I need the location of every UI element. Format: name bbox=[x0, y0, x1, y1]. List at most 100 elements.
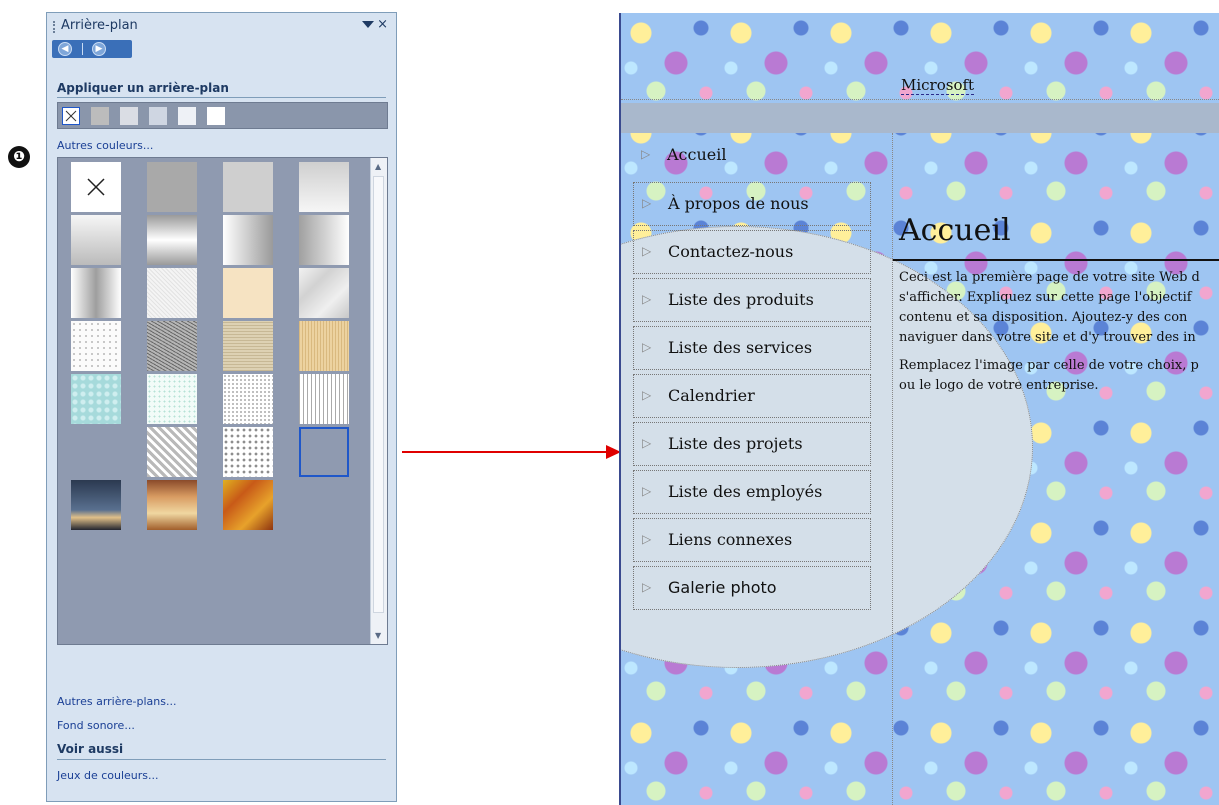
page-body-text: Ceci est la première page de votre site … bbox=[899, 268, 1219, 404]
texture-linen[interactable] bbox=[223, 321, 273, 371]
texture-gray-band-horizontal[interactable] bbox=[147, 215, 197, 265]
heading-rule bbox=[893, 259, 1219, 261]
nav-separator bbox=[82, 43, 83, 55]
nav-item[interactable]: ▷ Accueil bbox=[633, 134, 871, 178]
texture-stripes[interactable] bbox=[299, 374, 349, 424]
scroll-down-icon[interactable]: ▼ bbox=[375, 631, 381, 640]
color-swatch[interactable] bbox=[149, 107, 167, 125]
texture-granite[interactable] bbox=[147, 321, 197, 371]
back-arrow-icon[interactable]: ◀ bbox=[58, 42, 72, 56]
header-divider bbox=[621, 99, 1219, 100]
see-also-heading: Voir aussi bbox=[57, 742, 124, 756]
texture-gray-gradient-right[interactable] bbox=[299, 215, 349, 265]
background-task-pane: Arrière-plan × ◀ ▶ Appliquer un arrière-… bbox=[46, 12, 397, 802]
texture-mint-speckle[interactable] bbox=[147, 374, 197, 424]
nav-arrow-icon: ▷ bbox=[642, 196, 652, 210]
nav-item-label: Accueil bbox=[667, 145, 727, 164]
close-button[interactable]: × bbox=[377, 17, 388, 32]
task-pane-title: Arrière-plan bbox=[61, 18, 138, 33]
section-divider bbox=[57, 759, 386, 760]
nav-arrow-icon: ▷ bbox=[642, 340, 652, 354]
texture-leaves-photo[interactable] bbox=[223, 480, 273, 530]
nav-arrow-icon: ▷ bbox=[642, 532, 652, 546]
grip-icon[interactable] bbox=[53, 21, 57, 33]
nav-item[interactable]: ▷ À propos de nous bbox=[633, 182, 871, 226]
color-swatch[interactable] bbox=[91, 107, 109, 125]
no-fill-icon bbox=[87, 178, 105, 196]
texture-diamond[interactable] bbox=[147, 427, 197, 477]
nav-arrow-icon: ▷ bbox=[642, 388, 652, 402]
texture-marble[interactable] bbox=[299, 268, 349, 318]
section-divider bbox=[57, 97, 386, 98]
nav-arrow-icon: ▷ bbox=[642, 292, 652, 306]
texture-floral-blue[interactable] bbox=[299, 427, 349, 477]
body-paragraph-1: Ceci est la première page de votre site … bbox=[899, 270, 1200, 345]
swatch-none[interactable] bbox=[62, 107, 80, 125]
texture-none[interactable] bbox=[71, 162, 121, 212]
nav-arrow-icon: ▷ bbox=[642, 244, 652, 258]
forward-arrow-icon[interactable]: ▶ bbox=[92, 42, 106, 56]
nav-arrow-icon: ▷ bbox=[642, 580, 652, 594]
nav-item-label: Liste des services bbox=[668, 338, 813, 357]
color-schemes-link[interactable]: Jeux de couleurs... bbox=[57, 769, 159, 782]
nav-item-label: Calendrier bbox=[668, 386, 755, 405]
nav-item[interactable]: ▷ Liste des projets bbox=[633, 422, 871, 466]
chevron-down-icon[interactable] bbox=[362, 21, 374, 28]
nav-arrow-icon: ▷ bbox=[641, 147, 651, 161]
texture-maze[interactable] bbox=[299, 480, 349, 530]
nav-item-label: À propos de nous bbox=[668, 194, 809, 213]
brand-name: Microsoft bbox=[901, 76, 975, 95]
texture-gallery: ▲ ▼ bbox=[57, 157, 388, 645]
nav-item[interactable]: ▷ Liste des employés bbox=[633, 470, 871, 514]
texture-sky-photo[interactable] bbox=[71, 480, 121, 530]
callout-1: ❶ bbox=[8, 146, 30, 168]
color-swatch-row bbox=[57, 102, 388, 129]
page-heading: Accueil bbox=[899, 213, 1011, 248]
texture-paper[interactable] bbox=[147, 268, 197, 318]
texture-parchment[interactable] bbox=[223, 268, 273, 318]
more-colors-link[interactable]: Autres couleurs... bbox=[57, 139, 153, 152]
nav-item-label: Liste des employés bbox=[668, 482, 823, 501]
gallery-scrollbar[interactable]: ▲ ▼ bbox=[370, 158, 387, 644]
nav-item-label: Liens connexes bbox=[668, 530, 793, 549]
color-swatch[interactable] bbox=[178, 107, 196, 125]
texture-gray-band-vertical[interactable] bbox=[71, 268, 121, 318]
color-swatch[interactable] bbox=[207, 107, 225, 125]
nav-item-label: Contactez-nous bbox=[668, 242, 794, 261]
nav-item-label: Liste des projets bbox=[668, 434, 803, 453]
texture-canvas[interactable] bbox=[299, 321, 349, 371]
column-divider bbox=[892, 133, 893, 805]
header-band bbox=[621, 103, 1219, 133]
nav-item[interactable]: ▷ Calendrier bbox=[633, 374, 871, 418]
color-swatch[interactable] bbox=[120, 107, 138, 125]
nav-arrow-icon: ▷ bbox=[642, 484, 652, 498]
texture-gray-gradient-up[interactable] bbox=[71, 215, 121, 265]
no-fill-icon bbox=[65, 110, 77, 122]
nav-item-label: Galerie photo bbox=[668, 578, 777, 597]
texture-dots[interactable] bbox=[223, 374, 273, 424]
nav-item[interactable]: ▷ Contactez-nous bbox=[633, 230, 871, 274]
scroll-up-icon[interactable]: ▲ bbox=[375, 162, 381, 171]
texture-checker[interactable] bbox=[71, 427, 121, 477]
body-paragraph-2: Remplacez l'image par celle de votre cho… bbox=[899, 358, 1199, 393]
background-sound-link[interactable]: Fond sonore... bbox=[57, 719, 135, 732]
arrow-line bbox=[402, 451, 608, 453]
more-backgrounds-link[interactable]: Autres arrière-plans... bbox=[57, 695, 177, 708]
texture-dots-dark[interactable] bbox=[223, 427, 273, 477]
texture-speckle[interactable] bbox=[71, 321, 121, 371]
scrollbar-thumb[interactable] bbox=[373, 176, 384, 613]
texture-aqua-bubbles[interactable] bbox=[71, 374, 121, 424]
page-preview: Microsoft ▷ Accueil ▷ À propos de nous ▷ Cont… bbox=[619, 13, 1219, 805]
nav-item[interactable]: ▷ Galerie photo bbox=[633, 566, 871, 610]
nav-arrow-icon: ▷ bbox=[642, 436, 652, 450]
task-pane-title-bar: Arrière-plan × bbox=[47, 13, 396, 39]
nav-item[interactable]: ▷ Liste des services bbox=[633, 326, 871, 370]
texture-gray-gradient-down[interactable] bbox=[299, 162, 349, 212]
texture-gray-gradient-left[interactable] bbox=[223, 215, 273, 265]
nav-item[interactable]: ▷ Liste des produits bbox=[633, 278, 871, 322]
texture-light-gray-solid[interactable] bbox=[223, 162, 273, 212]
texture-arch-photo[interactable] bbox=[147, 480, 197, 530]
nav-item-label: Liste des produits bbox=[668, 290, 814, 309]
nav-item[interactable]: ▷ Liens connexes bbox=[633, 518, 871, 562]
texture-gray-solid[interactable] bbox=[147, 162, 197, 212]
